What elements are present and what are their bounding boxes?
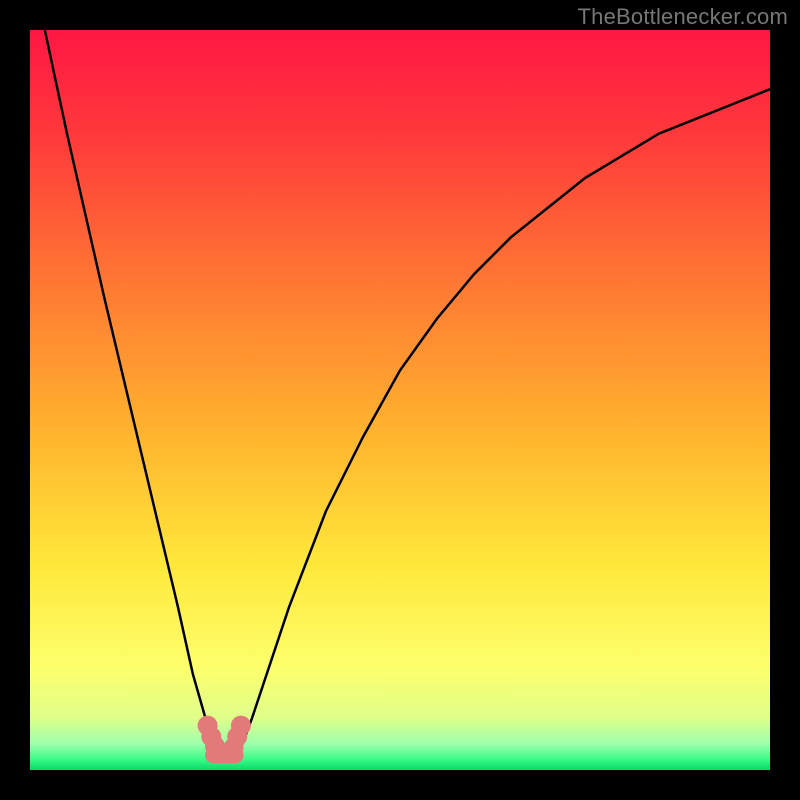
chart-svg [30, 30, 770, 770]
watermark-text: TheBottlenecker.com [578, 4, 788, 30]
optimal-marker-bar [205, 747, 244, 763]
optimal-marker-dot [231, 716, 251, 736]
gradient-background [30, 30, 770, 770]
chart-frame: TheBottlenecker.com [0, 0, 800, 800]
plot-area [30, 30, 770, 770]
